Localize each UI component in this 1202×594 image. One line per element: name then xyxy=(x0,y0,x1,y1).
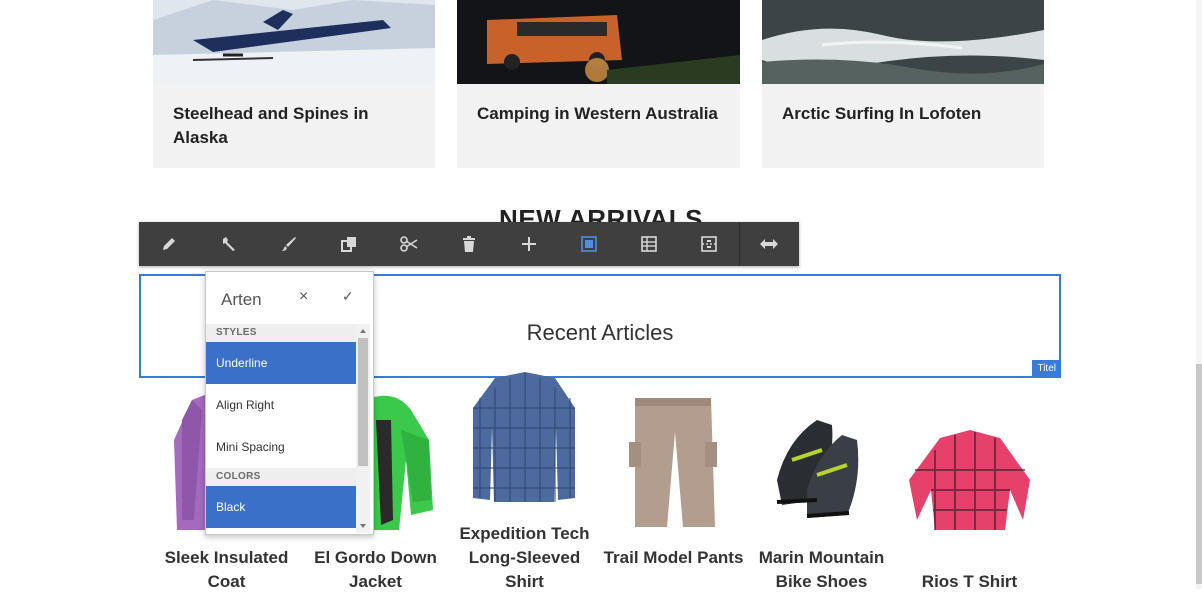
article-card[interactable]: Steelhead and Spines in Alaska xyxy=(153,0,435,168)
style-option[interactable]: Align Right xyxy=(206,384,356,426)
layout-button[interactable] xyxy=(619,222,679,266)
copy-button[interactable] xyxy=(319,222,379,266)
article-title[interactable]: Steelhead and Spines in Alaska xyxy=(173,102,418,150)
article-image xyxy=(762,0,1044,84)
configure-button[interactable] xyxy=(199,222,259,266)
resize-icon xyxy=(760,239,778,249)
article-card[interactable]: Arctic Surfing In Lofoten xyxy=(762,0,1044,168)
product-name[interactable]: Rios T Shirt xyxy=(895,570,1044,594)
product-name[interactable]: El Gordo Down Jacket xyxy=(301,546,450,594)
product-name[interactable]: Trail Model Pants xyxy=(599,546,748,570)
cut-icon xyxy=(400,236,418,252)
select-parent-button[interactable] xyxy=(559,222,619,266)
dropdown-scrollbar[interactable] xyxy=(356,324,370,533)
product-image xyxy=(776,420,859,518)
product-card[interactable]: Rios T Shirt xyxy=(895,370,1044,591)
delete-button[interactable] xyxy=(439,222,499,266)
component-toolbar xyxy=(139,222,799,266)
product-image xyxy=(473,372,575,502)
copy-icon xyxy=(341,237,356,252)
article-title[interactable]: Arctic Surfing In Lofoten xyxy=(782,102,1027,126)
product-name[interactable]: Marin Mountain Bike Shoes xyxy=(747,546,896,594)
add-icon xyxy=(522,237,536,251)
article-card[interactable]: Camping in Western Australia xyxy=(457,0,740,168)
cut-button[interactable] xyxy=(379,222,439,266)
scroll-up-icon[interactable] xyxy=(356,326,370,336)
style-list: STYLES Underline Align Right Mini Spacin… xyxy=(206,324,356,534)
product-card[interactable]: Expedition Tech Long-Sleeved Shirt xyxy=(450,370,599,591)
style-selector-popover: Arten × ✓ STYLES Underline Align Right M… xyxy=(205,271,374,535)
style-search-input[interactable]: Arten xyxy=(221,290,262,310)
page-scrollbar[interactable] xyxy=(1196,0,1202,589)
paint-brush-icon xyxy=(282,237,296,251)
section-header-colors: COLORS xyxy=(206,468,356,486)
wrench-icon xyxy=(223,237,235,251)
insert-button[interactable] xyxy=(499,222,559,266)
product-name[interactable]: Expedition Tech Long-Sleeved Shirt xyxy=(450,522,599,594)
section-header-styles: STYLES xyxy=(206,324,356,342)
edit-icon xyxy=(163,238,175,250)
group-button[interactable] xyxy=(679,222,739,266)
article-image xyxy=(457,0,740,84)
color-option[interactable]: Black xyxy=(206,486,356,528)
scrollbar-thumb[interactable] xyxy=(358,338,368,466)
select-parent-icon xyxy=(581,236,597,252)
delete-icon xyxy=(463,236,475,252)
resize-button[interactable] xyxy=(739,222,799,266)
page-scrollbar-thumb[interactable] xyxy=(1196,364,1202,584)
clear-icon[interactable]: × xyxy=(299,288,308,306)
scroll-down-icon[interactable] xyxy=(356,521,370,531)
product-name[interactable]: Sleek Insulated Coat xyxy=(152,546,301,594)
confirm-icon[interactable]: ✓ xyxy=(342,288,354,305)
product-image xyxy=(629,398,717,527)
product-card[interactable]: Trail Model Pants xyxy=(599,370,748,589)
article-image xyxy=(153,0,435,84)
product-card[interactable]: Marin Mountain Bike Shoes xyxy=(747,370,896,591)
style-button[interactable] xyxy=(259,222,319,266)
edit-button[interactable] xyxy=(139,222,199,266)
article-title[interactable]: Camping in Western Australia xyxy=(477,102,722,126)
style-option[interactable]: Mini Spacing xyxy=(206,426,356,468)
group-icon xyxy=(701,236,717,252)
style-option[interactable]: Underline xyxy=(206,342,356,384)
layout-grid-icon xyxy=(641,236,657,252)
product-image xyxy=(909,430,1030,530)
